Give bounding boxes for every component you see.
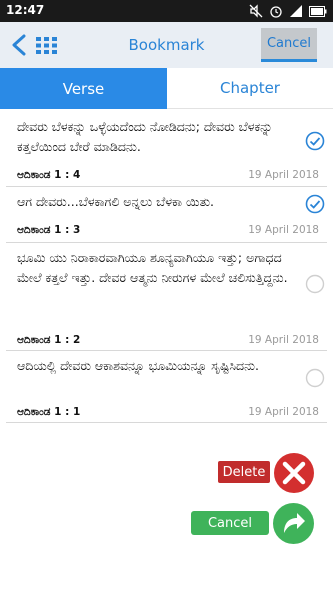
verse-text: ದೇವರು ಬೆಳಕನ್ನು ಒಳ್ಳೆಯದೆಂದು ನೋಡಿದನು; ದೇವರ… xyxy=(17,119,273,154)
verse-meta: ಆದಿಕಾಂಡ 1 : 2 19 April 2018 xyxy=(0,334,333,350)
book-label: ಆದಿಕಾಂಡ 1 : 3 xyxy=(17,224,81,236)
divider xyxy=(6,422,327,423)
check-circle-icon[interactable] xyxy=(305,131,325,151)
battery-icon xyxy=(309,5,327,17)
bookmark-date: 19 April 2018 xyxy=(248,334,319,346)
divider xyxy=(6,350,327,351)
alarm-icon xyxy=(270,6,282,18)
header-cancel-button[interactable]: Cancel xyxy=(261,28,317,62)
verse-meta: ಆದಿಕಾಂಡ 1 : 1 19 April 2018 xyxy=(0,406,333,422)
unchecked-circle-icon[interactable] xyxy=(305,274,325,294)
signal-icon xyxy=(290,5,302,17)
verse-text: ಆದಿಯಲ್ಲಿ ದೇವರು ಆಕಾಶವನ್ನೂ ಭೂಮಿಯನ್ನೂ ಸೃಷ್ಟ… xyxy=(17,358,259,373)
bookmark-date: 19 April 2018 xyxy=(248,169,319,181)
bookmark-date: 19 April 2018 xyxy=(248,406,319,418)
verse-meta: ಆದಿಕಾಂಡ 1 : 4 19 April 2018 xyxy=(0,169,333,185)
verse-text: ಆಗ ದೇವರು...ಬೆಳಕಾಗಲಿ ಅನ್ನಲು ಬೆಳಕಾ ಯಿತು. xyxy=(17,194,215,209)
tab-chapter[interactable]: Chapter xyxy=(167,68,333,109)
check-circle-icon[interactable] xyxy=(305,194,325,214)
delete-button[interactable]: Delete xyxy=(218,461,270,483)
share-arrow-icon[interactable] xyxy=(272,502,315,545)
status-time: 12:47 xyxy=(6,3,45,17)
cancel-button[interactable]: Cancel xyxy=(191,511,269,535)
app-bar: Bookmark Cancel xyxy=(0,22,333,68)
tab-verse[interactable]: Verse xyxy=(0,68,167,109)
delete-x-icon[interactable] xyxy=(273,452,315,494)
divider xyxy=(6,242,327,243)
status-bar: 12:47 xyxy=(0,0,333,22)
mute-icon xyxy=(249,4,263,18)
verse-meta: ಆದಿಕಾಂಡ 1 : 3 19 April 2018 xyxy=(0,224,333,240)
verse-text: ಭೂಮಿ ಯು ನಿರಾಕಾರವಾಗಿಯೂ ಶೂನ್ಯವಾಗಿಯೂ ಇತ್ತು;… xyxy=(17,250,288,285)
book-label: ಆದಿಕಾಂಡ 1 : 2 xyxy=(17,334,81,346)
tab-bar: Verse Chapter xyxy=(0,68,333,109)
bookmark-date: 19 April 2018 xyxy=(248,224,319,236)
book-label: ಆದಿಕಾಂಡ 1 : 1 xyxy=(17,406,81,418)
unchecked-circle-icon[interactable] xyxy=(305,368,325,388)
divider xyxy=(6,186,327,187)
book-label: ಆದಿಕಾಂಡ 1 : 4 xyxy=(17,169,81,181)
status-icons xyxy=(249,3,327,19)
